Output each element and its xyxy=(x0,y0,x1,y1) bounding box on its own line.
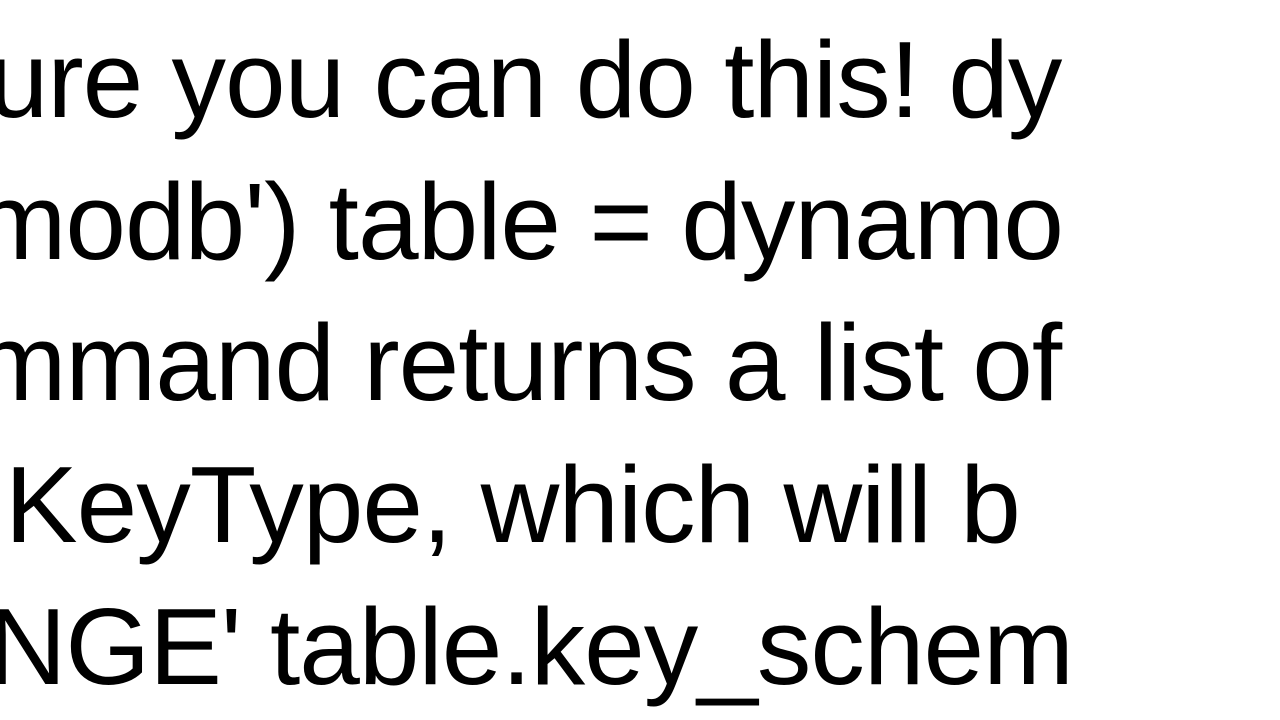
text-block: Sure you can do this! dy amodb') table =… xyxy=(0,10,1280,718)
text-line-1: Sure you can do this! dy xyxy=(0,10,1280,152)
text-line-4: d KeyType, which will b xyxy=(0,435,1280,577)
text-line-2: amodb') table = dynamo xyxy=(0,152,1280,294)
text-line-5: ANGE' table.key_schem xyxy=(0,577,1280,719)
text-line-3: ommand returns a list of xyxy=(0,293,1280,435)
